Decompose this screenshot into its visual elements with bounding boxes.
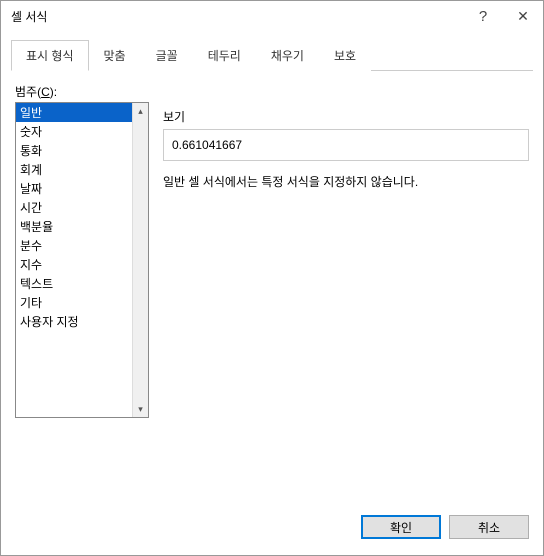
tab-number[interactable]: 표시 형식 — [11, 40, 89, 71]
list-item[interactable]: 일반 — [16, 103, 132, 122]
format-description: 일반 셀 서식에서는 특정 서식을 지정하지 않습니다. — [163, 173, 529, 190]
category-label: 범주(C): — [15, 83, 529, 100]
list-item[interactable]: 텍스트 — [16, 274, 132, 293]
list-item[interactable]: 숫자 — [16, 122, 132, 141]
help-icon[interactable]: ? — [463, 1, 503, 31]
list-item[interactable]: 백분율 — [16, 217, 132, 236]
tabs: 표시 형식 맞춤 글꼴 테두리 채우기 보호 — [11, 39, 533, 71]
list-item[interactable]: 사용자 지정 — [16, 312, 132, 331]
scroll-down-icon[interactable]: ▾ — [133, 401, 148, 417]
scroll-up-icon[interactable]: ▴ — [133, 103, 148, 119]
titlebar: 셀 서식 ? ✕ — [1, 1, 543, 31]
list-item[interactable]: 기타 — [16, 293, 132, 312]
tab-border[interactable]: 테두리 — [193, 40, 256, 71]
close-icon[interactable]: ✕ — [503, 1, 543, 31]
window-title: 셀 서식 — [11, 8, 463, 25]
ok-button[interactable]: 확인 — [361, 515, 441, 539]
list-item[interactable]: 날짜 — [16, 179, 132, 198]
scroll-track[interactable] — [133, 119, 148, 401]
tab-fill[interactable]: 채우기 — [256, 40, 319, 71]
list-item[interactable]: 통화 — [16, 141, 132, 160]
tab-alignment[interactable]: 맞춤 — [89, 40, 141, 71]
dialog-footer: 확인 취소 — [1, 501, 543, 555]
scrollbar[interactable]: ▴ ▾ — [132, 103, 148, 417]
list-item[interactable]: 지수 — [16, 255, 132, 274]
cancel-button[interactable]: 취소 — [449, 515, 529, 539]
right-pane: 보기 0.661041667 일반 셀 서식에서는 특정 서식을 지정하지 않습… — [163, 102, 529, 501]
tab-font[interactable]: 글꼴 — [141, 40, 193, 71]
preview-value: 0.661041667 — [163, 129, 529, 161]
list-item[interactable]: 시간 — [16, 198, 132, 217]
list-item[interactable]: 분수 — [16, 236, 132, 255]
category-listbox[interactable]: 일반 숫자 통화 회계 날짜 시간 백분율 분수 지수 텍스트 기타 사용자 지… — [15, 102, 149, 418]
category-label-prefix: 범주( — [15, 85, 41, 99]
list-item[interactable]: 회계 — [16, 160, 132, 179]
preview-label: 보기 — [163, 108, 529, 125]
tab-content: 범주(C): 일반 숫자 통화 회계 날짜 시간 백분율 분수 지수 텍스트 기… — [1, 71, 543, 501]
tab-protection[interactable]: 보호 — [319, 40, 371, 71]
category-label-key: C — [41, 85, 50, 99]
category-label-suffix: ): — [50, 85, 57, 99]
